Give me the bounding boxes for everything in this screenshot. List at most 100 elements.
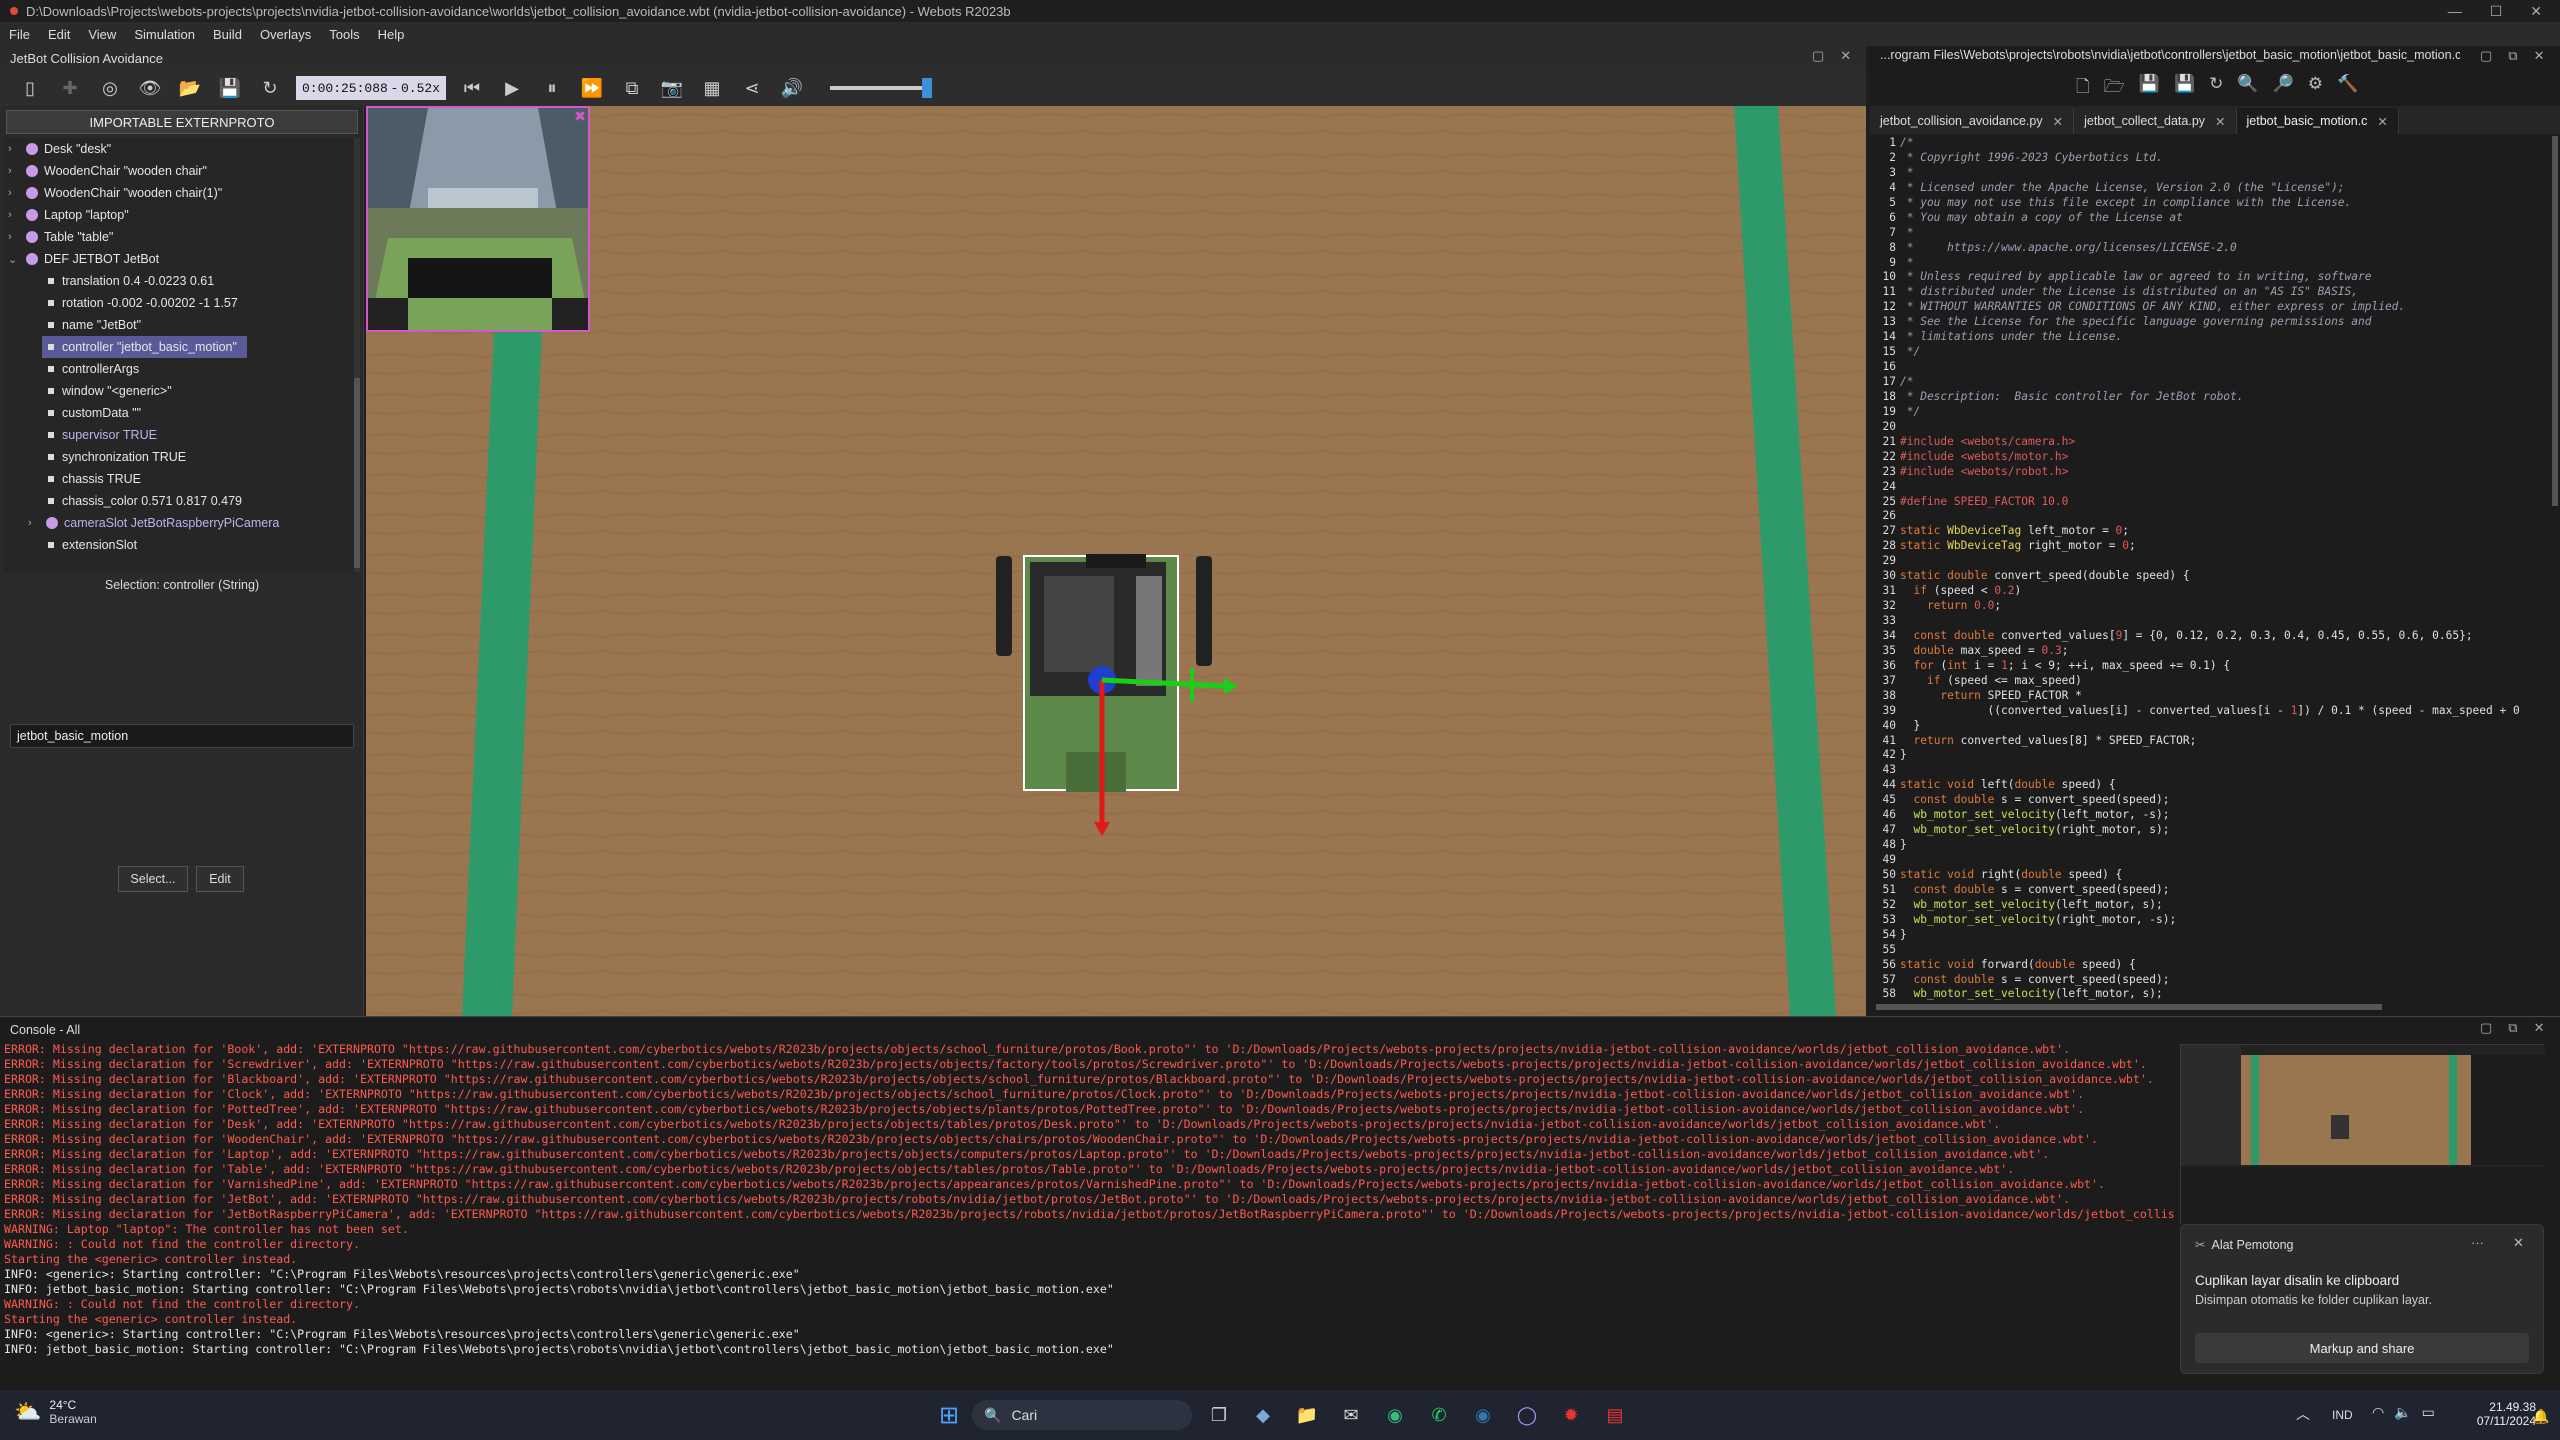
reset-icon[interactable]: ⏮ — [452, 73, 492, 103]
scene-tree-item[interactable]: controllerArgs — [42, 358, 139, 380]
scene-tree-item[interactable]: synchronization TRUE — [42, 446, 186, 468]
screenshot-icon[interactable]: 📷 — [652, 73, 692, 103]
chevron-right-icon[interactable]: › — [8, 231, 20, 243]
weather-widget[interactable]: ⛅ 24°C Berawan — [14, 1398, 97, 1426]
scene-tree-item[interactable]: name "JetBot" — [42, 314, 141, 336]
editor-horizontal-scrollbar[interactable] — [1876, 1004, 2382, 1010]
scene-tree-item[interactable]: chassis_color 0.571 0.817 0.479 — [42, 490, 242, 512]
menu-simulation[interactable]: Simulation — [125, 27, 204, 42]
console-float-icon[interactable]: ▢ — [2480, 1020, 2492, 1036]
reload-world-icon[interactable]: ↻ — [250, 73, 290, 103]
scene-tree-item[interactable]: ⌄ DEF JETBOT JetBot — [8, 248, 159, 270]
editor-scrollbar[interactable] — [2552, 136, 2558, 506]
save-all-icon[interactable]: 💾 — [2174, 74, 2195, 103]
scene-tree-item[interactable]: › Laptop "laptop" — [8, 204, 129, 226]
overlay-close-icon[interactable]: ✖ — [574, 108, 586, 125]
3d-view[interactable] — [366, 106, 1866, 1016]
screenshot-thumbnail[interactable] — [2180, 1044, 2545, 1225]
chevron-right-icon[interactable]: › — [8, 143, 20, 155]
copilot-icon[interactable]: ◆ — [1246, 1398, 1280, 1432]
whatsapp-icon[interactable]: ✆ — [1422, 1398, 1456, 1432]
find-icon[interactable]: 🔍 — [2237, 74, 2258, 103]
field-value-input[interactable]: jetbot_basic_motion — [10, 724, 354, 748]
editor-tab[interactable]: jetbot_collect_data.py ✕ — [2074, 108, 2237, 134]
scene-tree-item[interactable]: › Table "table" — [8, 226, 113, 248]
view-menu-icon[interactable]: ◎ — [90, 73, 130, 103]
open-file-icon[interactable]: 🗁 — [2104, 74, 2125, 103]
revert-icon[interactable]: ↻ — [2209, 74, 2223, 103]
camera-overlay[interactable]: ✖ — [366, 106, 590, 332]
rendering-icon[interactable]: ⧉ — [612, 73, 652, 103]
editor-tab[interactable]: jetbot_basic_motion.c ✕ — [2236, 108, 2399, 134]
new-file-icon[interactable]: 🗋 — [2076, 74, 2090, 103]
sound-icon[interactable]: 🔊 — [772, 73, 812, 103]
replace-icon[interactable]: 🔎 — [2273, 74, 2294, 103]
close-icon[interactable]: ✕ — [2530, 3, 2542, 20]
visibility-icon[interactable]: 👁 — [130, 73, 170, 103]
scene-tree-item[interactable]: extensionSlot — [42, 534, 137, 556]
notification-bell-icon[interactable]: 🔔 — [2532, 1408, 2549, 1425]
build-icon[interactable]: 🔨 — [2337, 74, 2358, 103]
taskbar-search[interactable]: 🔍 Cari — [972, 1400, 1192, 1430]
mail-icon[interactable]: ✉ — [1334, 1398, 1368, 1432]
scene-tree[interactable]: › Desk "desk" › WoodenChair "wooden chair" ›… — [4, 138, 354, 572]
clock[interactable]: 21.49.38 07/11/2024 — [2450, 1400, 2536, 1428]
task-view-icon[interactable]: ❐ — [1202, 1398, 1236, 1432]
tab-close-icon[interactable]: ✕ — [2053, 114, 2063, 129]
pause-icon[interactable]: ⏸ — [532, 73, 572, 103]
notification-close-icon[interactable]: ✕ — [2513, 1235, 2524, 1251]
webots-icon[interactable]: ✹ — [1554, 1398, 1588, 1432]
chevron-down-icon[interactable]: ⌄ — [8, 253, 20, 266]
add-node-icon[interactable]: ✚ — [50, 73, 90, 103]
movie-icon[interactable]: ▦ — [692, 73, 732, 103]
markup-and-share-button[interactable]: Markup and share — [2195, 1333, 2529, 1363]
console-output[interactable]: ERROR: Missing declaration for 'Book', a… — [4, 1042, 2184, 1358]
chevron-right-icon[interactable]: › — [8, 165, 20, 177]
chevron-right-icon[interactable]: › — [8, 187, 20, 199]
system-tray[interactable]: ◠ 🔈 ▭ — [2372, 1404, 2435, 1421]
importable-externproto-button[interactable]: IMPORTABLE EXTERNPROTO — [6, 110, 358, 134]
save-icon[interactable]: 💾 — [2139, 74, 2160, 103]
float-icon[interactable]: ▢ — [1812, 48, 1824, 64]
scene-tree-item[interactable]: › WoodenChair "wooden chair" — [8, 160, 207, 182]
fast-forward-icon[interactable]: ⏩ — [572, 73, 612, 103]
select-button[interactable]: Select... — [118, 866, 188, 892]
open-world-icon[interactable]: 📂 — [170, 73, 210, 103]
menu-view[interactable]: View — [79, 27, 125, 42]
menu-help[interactable]: Help — [369, 27, 414, 42]
tab-close-icon[interactable]: ✕ — [2215, 114, 2225, 129]
start-icon[interactable]: ⊞ — [932, 1398, 966, 1432]
editor-float-icon[interactable]: ▢ — [2480, 48, 2492, 64]
volume-slider-knob[interactable] — [922, 78, 932, 98]
editor-tab[interactable]: jetbot_collision_avoidance.py ✕ — [1870, 108, 2075, 134]
minimize-icon[interactable]: — — [2448, 3, 2462, 19]
menu-build[interactable]: Build — [204, 27, 251, 42]
file-explorer-icon[interactable]: 📁 — [1290, 1398, 1324, 1432]
snipping-tool-notification[interactable]: ✂ Alat Pemotong ··· ✕ Cuplikan layar dis… — [2180, 1224, 2544, 1374]
console-maximize-icon[interactable]: ⧉ — [2508, 1020, 2517, 1036]
scene-tree-item[interactable]: controller "jetbot_basic_motion" — [42, 336, 247, 358]
volume-slider[interactable] — [830, 78, 932, 98]
edit-button[interactable]: Edit — [196, 866, 244, 892]
scene-tree-item[interactable]: supervisor TRUE — [42, 424, 157, 446]
menu-tools[interactable]: Tools — [320, 27, 368, 42]
scene-tree-item[interactable]: rotation -0.002 -0.00202 -1 1.57 — [42, 292, 238, 314]
scene-tree-item[interactable]: chassis TRUE — [42, 468, 141, 490]
browser-icon[interactable]: ◉ — [1466, 1398, 1500, 1432]
scene-tree-item[interactable]: translation 0.4 -0.0223 0.61 — [42, 270, 214, 292]
language-indicator[interactable]: IND — [2332, 1408, 2353, 1422]
scene-tree-item[interactable]: › WoodenChair "wooden chair(1)" — [8, 182, 222, 204]
save-world-icon[interactable]: 💾 — [210, 73, 250, 103]
menu-edit[interactable]: Edit — [39, 27, 79, 42]
edge-icon[interactable]: ◉ — [1378, 1398, 1412, 1432]
step-icon[interactable]: ▶ — [492, 73, 532, 103]
menu-file[interactable]: File — [0, 27, 39, 42]
toggle-scene-tree-icon[interactable]: ▯ — [10, 73, 50, 103]
build-settings-icon[interactable]: ⚙ — [2308, 74, 2323, 103]
notification-menu-icon[interactable]: ··· — [2471, 1235, 2484, 1250]
share-icon[interactable]: ⋖ — [732, 73, 772, 103]
code-editor[interactable]: 1 /* 2 * Copyright 1996-2023 Cyberbotics L… — [1870, 136, 2560, 1004]
scene-tree-scrollbar[interactable] — [354, 138, 360, 572]
pdf-reader-icon[interactable]: ▤ — [1598, 1398, 1632, 1432]
scene-tree-item[interactable]: window "<generic>" — [42, 380, 172, 402]
